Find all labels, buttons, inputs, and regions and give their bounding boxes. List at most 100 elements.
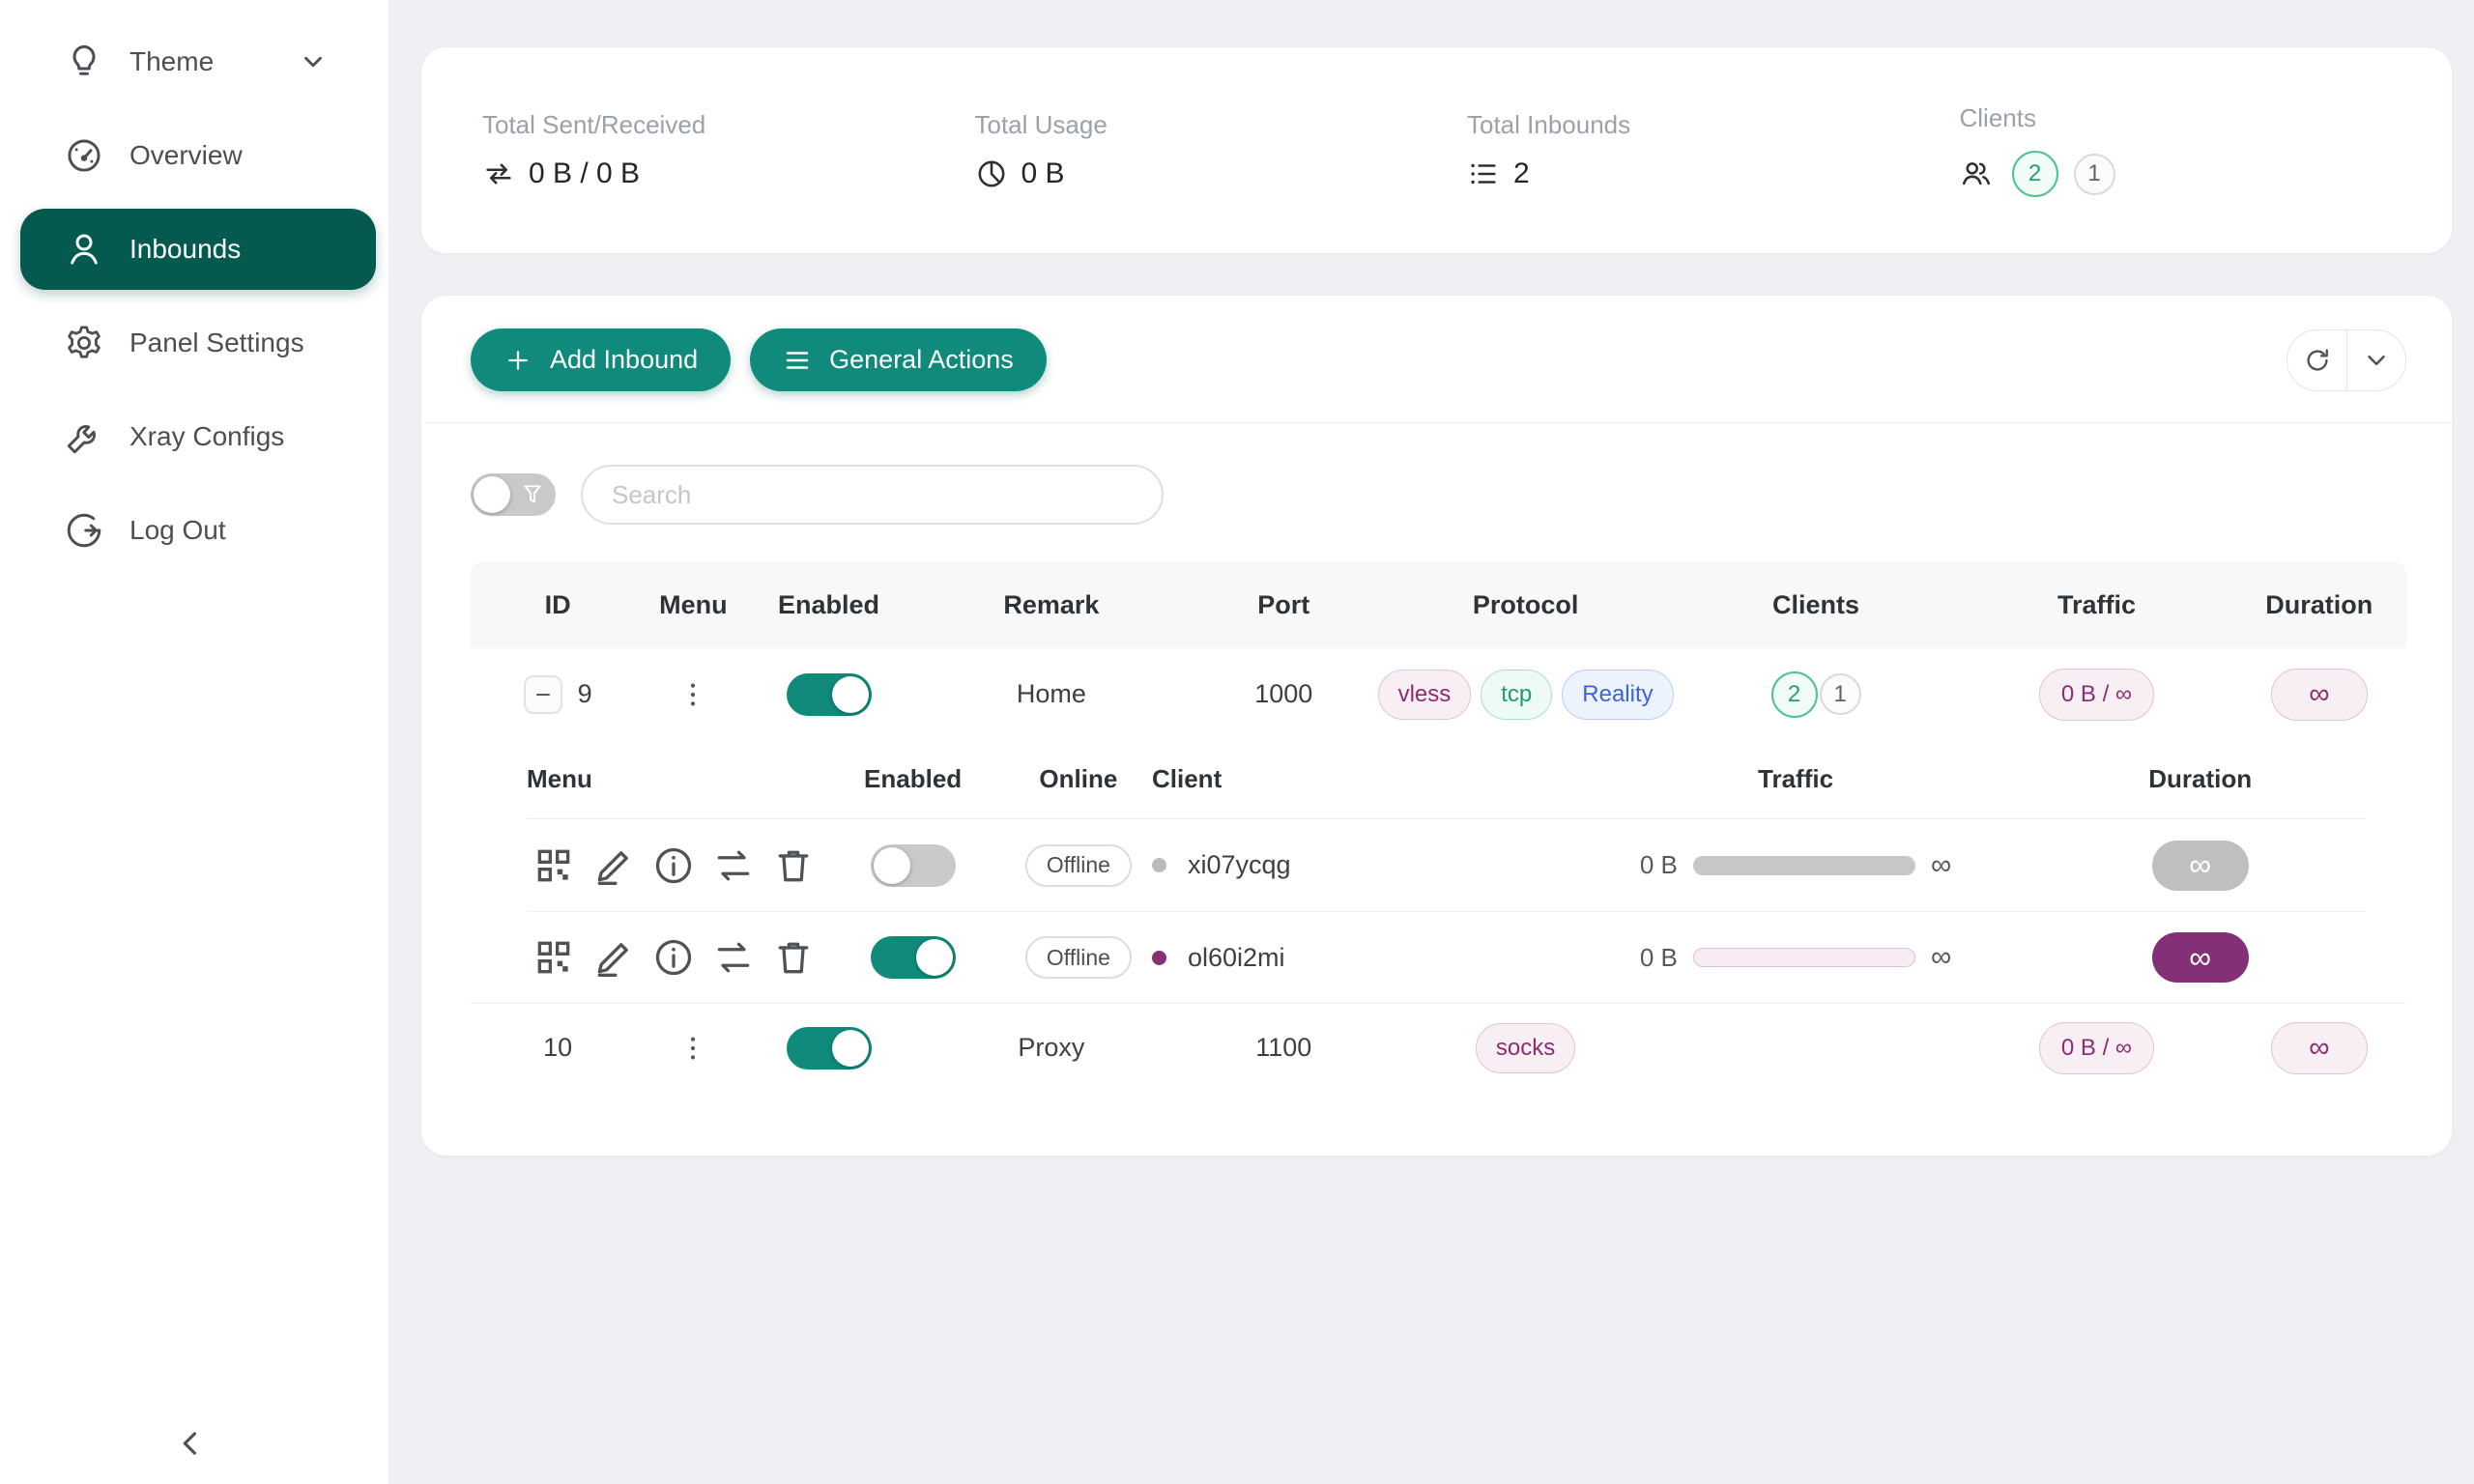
user-icon [64, 229, 104, 270]
col-header-enabled: Enabled [741, 590, 915, 620]
filter-funnel-icon [520, 482, 545, 507]
sidebar-item-label: Panel Settings [129, 328, 304, 358]
sub-col-header-online: Online [1005, 764, 1152, 794]
bulb-icon [64, 42, 104, 82]
refresh-button[interactable] [2287, 330, 2346, 390]
sidebar-item-label: Xray Configs [129, 421, 284, 452]
sidebar-item-theme[interactable]: Theme [20, 21, 376, 102]
refresh-group [2287, 329, 2406, 391]
delete-icon[interactable] [772, 844, 815, 887]
delete-icon[interactable] [772, 936, 815, 979]
sidebar-item-log-out[interactable]: Log Out [20, 490, 376, 571]
general-actions-button[interactable]: General Actions [750, 328, 1047, 391]
stat-total-sent-received: Total Sent/Received 0 B / 0 B [482, 110, 975, 190]
refresh-icon [2303, 346, 2332, 375]
row-id: 9 [578, 679, 592, 709]
wrench-icon [64, 416, 104, 457]
stat-total-usage: Total Usage 0 B [975, 110, 1468, 190]
toggle-knob [874, 847, 910, 884]
row-port: 1100 [1187, 1033, 1380, 1063]
client-row: Offline ol60i2mi 0 B ∞ ∞ [527, 911, 2366, 1003]
sub-col-header-client: Client [1152, 764, 1557, 794]
sidebar-item-label: Overview [129, 140, 243, 171]
plus-icon [503, 346, 532, 375]
client-traffic-limit: ∞ [1931, 941, 1951, 974]
stats-card: Total Sent/Received 0 B / 0 B Total Usag… [421, 47, 2452, 253]
client-subtable: Menu Enabled Online Client Traffic Durat… [471, 740, 2406, 1003]
stat-total-inbounds: Total Inbounds 2 [1467, 110, 1960, 190]
edit-icon[interactable] [592, 844, 635, 887]
gear-icon [64, 323, 104, 363]
client-actions [527, 936, 815, 979]
chevron-down-icon [2362, 346, 2391, 375]
row-enabled-toggle[interactable] [787, 1027, 872, 1070]
stat-value: 0 B / 0 B [529, 157, 640, 190]
col-header-id: ID [471, 590, 645, 620]
reset-traffic-icon[interactable] [712, 936, 755, 979]
client-enabled-toggle[interactable] [871, 844, 956, 887]
col-header-remark: Remark [916, 590, 1187, 620]
table-header-row: ID Menu Enabled Remark Port Protocol Cli… [471, 561, 2406, 648]
minus-icon [534, 686, 552, 703]
row-duration-pill: ∞ [2271, 669, 2368, 721]
protocol-tag: vless [1378, 670, 1472, 720]
clients-total-badge: 1 [2074, 154, 2115, 195]
row-id: 10 [543, 1033, 572, 1063]
sidebar-collapse-icon[interactable] [172, 1424, 211, 1463]
stat-label: Total Inbounds [1467, 110, 1960, 140]
sub-col-header-duration: Duration [2034, 764, 2366, 794]
client-status-badge: Offline [1025, 936, 1132, 979]
toolbar: Add Inbound General Actions [421, 296, 2452, 423]
toggle-knob [916, 939, 953, 976]
col-header-port: Port [1187, 590, 1380, 620]
sidebar: Theme Overview Inbounds Panel Settings X… [0, 0, 388, 1484]
reset-traffic-icon[interactable] [712, 844, 755, 887]
logout-icon [64, 510, 104, 551]
sidebar-item-xray-configs[interactable]: Xray Configs [20, 396, 376, 477]
client-duration-pill: ∞ [2152, 841, 2249, 891]
stat-label: Clients [1960, 103, 2453, 133]
row-traffic-pill: 0 B / ∞ [2039, 669, 2154, 721]
row-menu-icon[interactable] [677, 679, 708, 710]
general-actions-label: General Actions [829, 345, 1014, 375]
col-header-menu: Menu [645, 590, 741, 620]
search-input[interactable] [581, 465, 1164, 525]
sidebar-item-label: Inbounds [129, 234, 241, 265]
col-header-traffic: Traffic [1961, 590, 2231, 620]
refresh-options-button[interactable] [2346, 330, 2405, 390]
info-icon[interactable] [652, 844, 695, 887]
arrows-icon [482, 157, 515, 190]
qr-code-icon[interactable] [532, 936, 575, 979]
menu-lines-icon [783, 346, 812, 375]
sidebar-item-panel-settings[interactable]: Panel Settings [20, 302, 376, 384]
list-icon [1467, 157, 1500, 190]
collapse-row-button[interactable] [524, 675, 562, 714]
client-enabled-toggle[interactable] [871, 936, 956, 979]
client-traffic-value: 0 B [1640, 943, 1678, 973]
toggle-knob [832, 676, 869, 713]
add-inbound-button[interactable]: Add Inbound [471, 328, 731, 391]
row-menu-icon[interactable] [677, 1033, 708, 1064]
sub-col-header-menu: Menu [527, 764, 820, 794]
dashboard-icon [64, 135, 104, 176]
sub-col-header-traffic: Traffic [1557, 764, 2035, 794]
stat-value: 0 B [1021, 157, 1065, 190]
sidebar-item-inbounds[interactable]: Inbounds [20, 209, 376, 290]
qr-code-icon[interactable] [532, 844, 575, 887]
edit-icon[interactable] [592, 936, 635, 979]
protocol-tag: socks [1476, 1023, 1575, 1073]
sidebar-item-overview[interactable]: Overview [20, 115, 376, 196]
stat-value: 2 [1513, 157, 1530, 190]
sidebar-nav: Theme Overview Inbounds Panel Settings X… [0, 0, 388, 571]
row-enabled-toggle[interactable] [787, 673, 872, 716]
client-dot [1152, 858, 1166, 872]
filter-toggle[interactable] [471, 473, 556, 516]
col-header-clients: Clients [1671, 590, 1961, 620]
clients-online-badge: 2 [1771, 671, 1818, 718]
client-actions [527, 844, 815, 887]
client-traffic-bar [1693, 856, 1915, 875]
info-icon[interactable] [652, 936, 695, 979]
stat-label: Total Sent/Received [482, 110, 975, 140]
chevron-down-icon [299, 47, 328, 76]
clients-total-badge: 1 [1820, 673, 1861, 715]
